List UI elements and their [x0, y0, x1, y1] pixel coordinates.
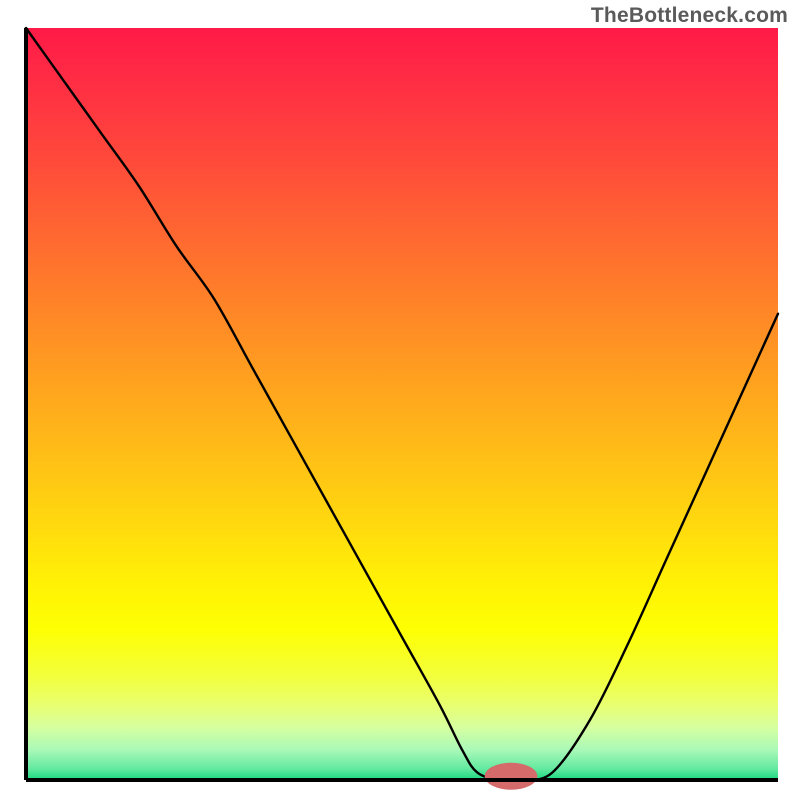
watermark-text: TheBottleneck.com — [591, 4, 788, 28]
plot-background — [26, 28, 778, 780]
bottleneck-chart — [0, 0, 800, 800]
optimum-marker — [485, 763, 538, 790]
chart-container: TheBottleneck.com — [0, 0, 800, 800]
